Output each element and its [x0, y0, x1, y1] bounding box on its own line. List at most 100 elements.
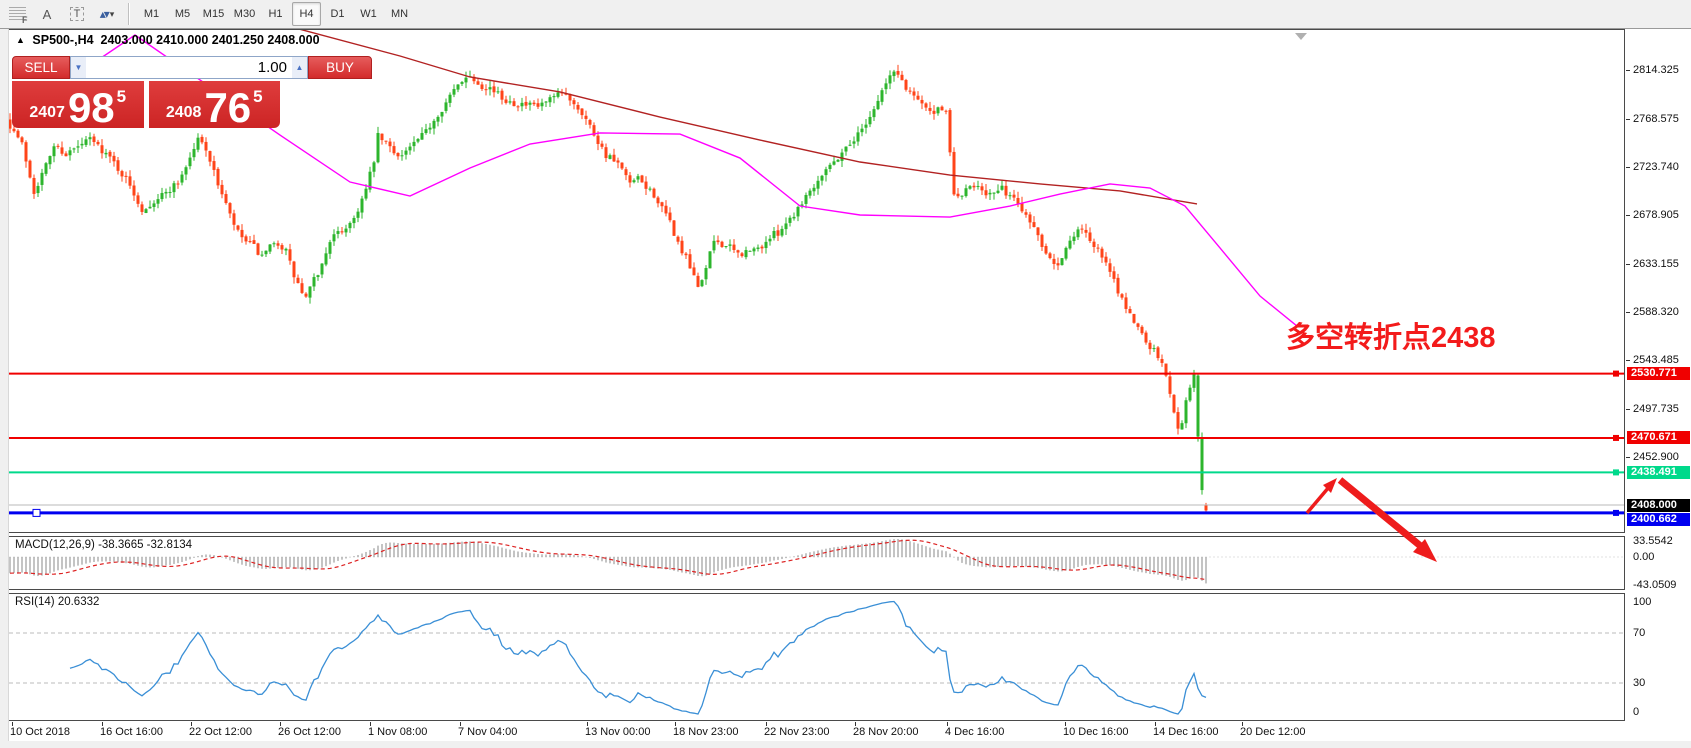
price-axis[interactable]: 2814.325 2768.575 2723.740 2678.905 2633.155…: [1626, 29, 1691, 721]
price-badge: 2530.771: [1627, 367, 1690, 380]
ohlc-high: 2410.000: [156, 33, 208, 47]
candles: [9, 65, 1208, 512]
date-tick-label: 20 Dec 12:00: [1240, 726, 1305, 738]
ask-price-handle: 2408: [166, 104, 202, 122]
price-tick: [1626, 312, 1630, 313]
indicator-tick-label: 30: [1633, 677, 1645, 689]
ask-price-pip: 5: [253, 83, 262, 107]
date-tick-label: 13 Nov 00:00: [585, 726, 650, 738]
buy-button[interactable]: BUY: [308, 56, 372, 79]
price-badge: 2400.662: [1627, 513, 1690, 526]
arrow-objects-tool-icon[interactable]: ▴▾▾: [94, 3, 120, 25]
line-end-marker: [1613, 469, 1619, 475]
price-badge: 2408.000: [1627, 499, 1690, 512]
window-left-edge: [0, 28, 9, 741]
timeframe-button-m5[interactable]: M5: [168, 2, 197, 26]
volume-spinner: ▼ ▲: [70, 56, 308, 79]
chart-annotation-text: 多空转折点2438: [1286, 314, 1496, 356]
rsi-line: [70, 602, 1206, 715]
bid-price-handle: 2407: [29, 104, 65, 122]
text-label-tool-icon[interactable]: A: [34, 3, 60, 25]
timeframe-button-w1[interactable]: W1: [354, 2, 383, 26]
symbol-label: SP500-,H4: [32, 33, 93, 47]
date-tick-label: 28 Nov 20:00: [853, 726, 918, 738]
volume-increase-button[interactable]: ▲: [292, 57, 307, 78]
price-tick-label: 2723.740: [1633, 161, 1679, 173]
line-end-marker: [1613, 510, 1619, 516]
indicator-tick-label: -43.0509: [1633, 579, 1676, 591]
price-tick: [1626, 457, 1630, 458]
date-tick-label: 18 Nov 23:00: [673, 726, 738, 738]
one-click-trading-widget: SELL ▼ ▲ BUY 2407 98 5 2408 76 5: [12, 56, 280, 128]
date-tick-label: 10 Oct 2018: [10, 726, 70, 738]
price-shift-marker-icon: [1295, 33, 1307, 40]
timeframe-button-m1[interactable]: M1: [137, 2, 166, 26]
indicator-tick-label: 70: [1633, 627, 1645, 639]
timeframe-group: M1M5M15M30H1H4D1W1MN: [136, 2, 415, 26]
volume-input[interactable]: [86, 57, 292, 78]
toolbar-separator: [128, 3, 130, 25]
date-tick-label: 14 Dec 16:00: [1153, 726, 1218, 738]
price-tick: [1626, 264, 1630, 265]
price-tick-label: 2678.905: [1633, 209, 1679, 221]
date-tick-label: 22 Oct 12:00: [189, 726, 252, 738]
symbol-triangle-icon: ▲: [16, 35, 25, 45]
price-badge: 2438.491: [1627, 466, 1690, 479]
timeframe-button-mn[interactable]: MN: [385, 2, 414, 26]
window-bottom-edge: [0, 741, 1691, 748]
fibonacci-tool-icon[interactable]: F: [4, 3, 30, 25]
chart-title: ▲ SP500-,H4 2403.000 2410.000 2401.250 2…: [16, 33, 320, 47]
date-tick-label: 22 Nov 23:00: [764, 726, 829, 738]
date-axis[interactable]: 10 Oct 2018 16 Oct 16:00 22 Oct 12:00 26 Oc…: [0, 722, 1691, 741]
bid-price-pip: 5: [117, 83, 126, 107]
price-tick-label: 2452.900: [1633, 451, 1679, 463]
rsi-label: RSI(14) 20.6332: [15, 596, 99, 608]
dropdown-caret-icon[interactable]: ▾: [110, 9, 115, 20]
price-tick: [1626, 167, 1630, 168]
ask-price-big: 76: [204, 90, 251, 126]
ohlc-open: 2403.000: [101, 33, 153, 47]
price-tick-label: 2814.325: [1633, 64, 1679, 76]
sell-button[interactable]: SELL: [12, 56, 70, 79]
price-tick: [1626, 215, 1630, 216]
price-tick-label: 2588.320: [1633, 306, 1679, 318]
indicator-tick-label: 0.00: [1633, 551, 1654, 563]
bid-price-panel[interactable]: 2407 98 5: [12, 81, 144, 128]
price-tick: [1626, 70, 1630, 71]
timeframe-button-m30[interactable]: M30: [230, 2, 259, 26]
price-tick-label: 2768.575: [1633, 113, 1679, 125]
rsi-panel[interactable]: RSI(14) 20.6332: [8, 593, 1625, 721]
bid-price-big: 98: [68, 90, 115, 126]
date-tick-label: 7 Nov 04:00: [458, 726, 517, 738]
rsi-chart: [9, 594, 1624, 720]
indicator-tick-label: 0: [1633, 706, 1639, 718]
toolbar: F A T ▴▾▾ M1M5M15M30H1H4D1W1MN: [0, 0, 1691, 29]
timeframe-button-h1[interactable]: H1: [261, 2, 290, 26]
macd-chart: [9, 537, 1624, 589]
ask-price-panel[interactable]: 2408 76 5: [149, 81, 281, 128]
timeframe-button-h4[interactable]: H4: [292, 2, 321, 26]
price-tick: [1626, 409, 1630, 410]
date-tick-label: 16 Oct 16:00: [100, 726, 163, 738]
ohlc-low: 2401.250: [212, 33, 264, 47]
date-tick-label: 10 Dec 16:00: [1063, 726, 1128, 738]
macd-panel[interactable]: MACD(12,26,9) -38.3665 -32.8134: [8, 536, 1625, 590]
price-tick-label: 2633.155: [1633, 258, 1679, 270]
price-tick-label: 2497.735: [1633, 403, 1679, 415]
price-tick: [1626, 360, 1630, 361]
timeframe-button-m15[interactable]: M15: [199, 2, 228, 26]
date-tick-label: 26 Oct 12:00: [278, 726, 341, 738]
line-end-marker: [1613, 435, 1619, 441]
price-tick-label: 2543.485: [1633, 354, 1679, 366]
volume-decrease-button[interactable]: ▼: [71, 57, 86, 78]
mt4-window: F A T ▴▾▾ M1M5M15M30H1H4D1W1MN ▲ SP500-,…: [0, 0, 1691, 748]
date-tick-label: 4 Dec 16:00: [945, 726, 1004, 738]
price-tick: [1626, 119, 1630, 120]
line-drag-marker: [33, 509, 40, 516]
line-end-marker: [1613, 371, 1619, 377]
ohlc-close: 2408.000: [267, 33, 319, 47]
text-box-tool-icon[interactable]: T: [64, 3, 90, 25]
price-badge: 2470.671: [1627, 431, 1690, 444]
timeframe-button-d1[interactable]: D1: [323, 2, 352, 26]
indicator-tick-label: 100: [1633, 596, 1651, 608]
